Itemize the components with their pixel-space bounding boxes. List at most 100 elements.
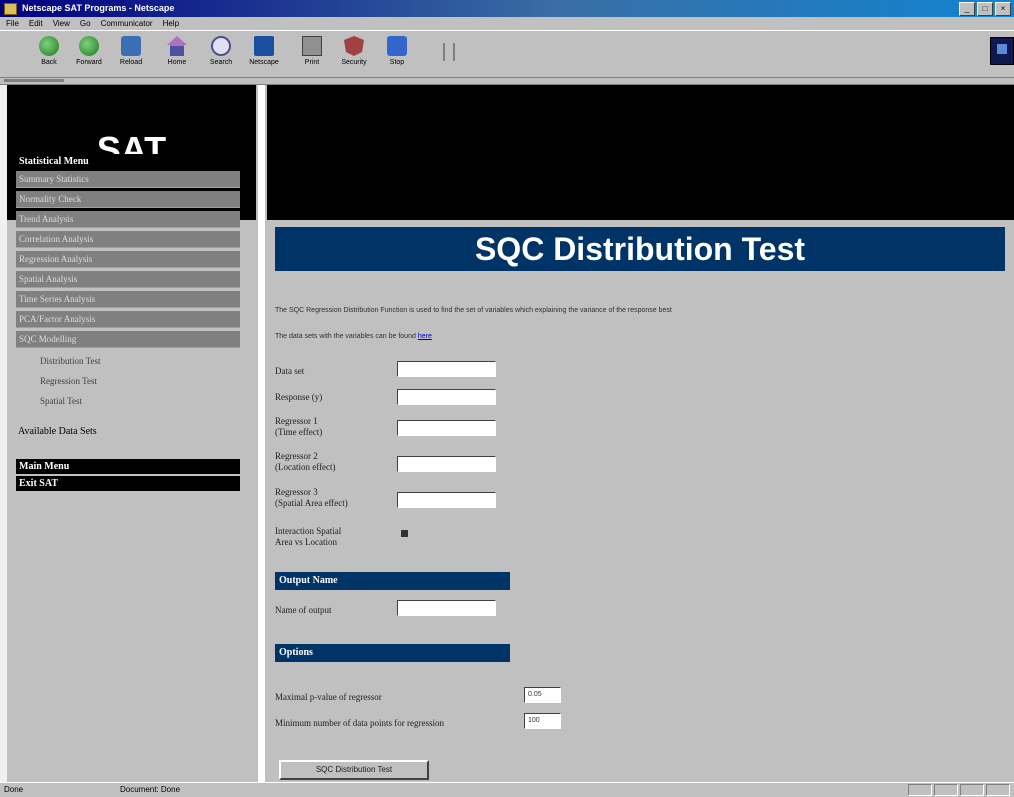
intro-text: The SQC Regression Distribution Function… bbox=[275, 307, 672, 314]
sidebar-subitem-spatial-test[interactable]: Spatial Test bbox=[16, 391, 240, 411]
home-button[interactable]: Home bbox=[160, 34, 194, 74]
available-data-sets-link[interactable]: Available Data Sets bbox=[16, 424, 240, 439]
menu-help[interactable]: Help bbox=[163, 19, 179, 28]
status-message: Document: Done bbox=[120, 785, 181, 794]
stop-label: Stop bbox=[389, 59, 405, 66]
netscape-icon bbox=[254, 36, 274, 56]
home-label: Home bbox=[167, 59, 187, 66]
menu-edit[interactable]: Edit bbox=[29, 19, 43, 28]
status-cell-icon bbox=[934, 784, 958, 796]
window-controls: _ □ × bbox=[959, 2, 1011, 16]
sqc-distribution-test-button[interactable]: SQC Distribution Test bbox=[279, 760, 429, 780]
window-title: Netscape SAT Programs - Netscape bbox=[22, 3, 175, 13]
regressor-3-label: Regressor 3 (Spatial Area effect) bbox=[275, 487, 348, 508]
search-icon bbox=[211, 36, 231, 56]
min-data-points-input[interactable]: 100 bbox=[524, 713, 561, 729]
status-left: Done bbox=[4, 785, 24, 794]
page-title: SQC Distribution Test bbox=[275, 227, 1005, 271]
regressor-2-input[interactable] bbox=[397, 456, 496, 472]
minimize-icon[interactable]: _ bbox=[959, 2, 975, 16]
reload-button[interactable]: Reload bbox=[114, 34, 148, 74]
data-set-input[interactable] bbox=[397, 361, 496, 377]
status-indicators bbox=[908, 784, 1010, 796]
sidebar-item-normality-check[interactable]: Normality Check bbox=[16, 191, 240, 208]
main-menu-link[interactable]: Main Menu bbox=[16, 459, 240, 474]
menu-file[interactable]: File bbox=[6, 19, 19, 28]
forward-button[interactable]: Forward bbox=[72, 34, 106, 74]
print-label: Print bbox=[304, 59, 320, 66]
header-banner-panel bbox=[267, 85, 1014, 220]
output-name-label: Name of output bbox=[275, 605, 332, 615]
netscape-window-icon bbox=[4, 3, 17, 15]
data-sets-here-link[interactable]: here bbox=[418, 333, 432, 340]
forward-label: Forward bbox=[76, 59, 102, 66]
home-icon bbox=[167, 36, 187, 56]
max-p-value-input[interactable]: 0.05 bbox=[524, 687, 561, 703]
output-name-input[interactable] bbox=[397, 600, 496, 616]
options-section: Options bbox=[275, 644, 510, 662]
status-bar: Done Document: Done bbox=[0, 782, 1014, 797]
sidebar-subitem-distribution-test[interactable]: Distribution Test bbox=[16, 351, 240, 371]
regressor-1-label: Regressor 1 (Time effect) bbox=[275, 416, 323, 437]
security-button[interactable]: Security bbox=[337, 34, 371, 74]
status-cell-icon bbox=[908, 784, 932, 796]
security-label: Security bbox=[341, 59, 367, 66]
location-strip bbox=[0, 78, 1014, 85]
reload-label: Reload bbox=[119, 59, 143, 66]
exit-sat-link[interactable]: Exit SAT bbox=[16, 476, 240, 491]
left-edge bbox=[0, 85, 7, 782]
stop-icon bbox=[387, 36, 407, 56]
forward-arrow-icon bbox=[79, 36, 99, 56]
regressor-2-label: Regressor 2 (Location effect) bbox=[275, 451, 336, 472]
print-icon bbox=[302, 36, 322, 56]
data-set-label: Data set bbox=[275, 366, 305, 376]
menu-view[interactable]: View bbox=[53, 19, 70, 28]
close-icon[interactable]: × bbox=[995, 2, 1011, 16]
navigation-toolbar: Back Forward Reload Home Search Netscape… bbox=[0, 30, 1014, 78]
security-icon bbox=[344, 36, 364, 56]
menu-bar: File Edit View Go Communicator Help bbox=[0, 17, 1014, 30]
interaction-checkbox[interactable] bbox=[401, 530, 408, 537]
stop-button[interactable]: Stop bbox=[380, 34, 414, 74]
status-cell-icon bbox=[960, 784, 984, 796]
frame-divider[interactable] bbox=[258, 85, 265, 782]
sidebar-item-sqc-modelling[interactable]: SQC Modelling bbox=[16, 331, 240, 348]
sidebar-item-pca-factor-analysis[interactable]: PCA/Factor Analysis bbox=[16, 311, 240, 328]
sidebar-item-summary-statistics[interactable]: Summary Statistics bbox=[16, 171, 240, 188]
regressor-1-input[interactable] bbox=[397, 420, 496, 436]
status-cell-icon bbox=[986, 784, 1010, 796]
toolbar-grip-icon[interactable] bbox=[443, 43, 455, 61]
response-input[interactable] bbox=[397, 389, 496, 405]
sidebar-item-correlation-analysis[interactable]: Correlation Analysis bbox=[16, 231, 240, 248]
maximize-icon[interactable]: □ bbox=[977, 2, 993, 16]
page-content: SAT Statistical Menu Summary Statistics … bbox=[0, 85, 1014, 782]
netscape-button[interactable]: Netscape bbox=[247, 34, 281, 74]
regressor-3-input[interactable] bbox=[397, 492, 496, 508]
back-button[interactable]: Back bbox=[32, 34, 66, 74]
output-name-section: Output Name bbox=[275, 572, 510, 590]
sidebar-subitem-regression-test[interactable]: Regression Test bbox=[16, 371, 240, 391]
location-grip-icon[interactable] bbox=[4, 79, 64, 82]
menu-communicator[interactable]: Communicator bbox=[101, 19, 153, 28]
reload-icon bbox=[121, 36, 141, 56]
sidebar-item-time-series-analysis[interactable]: Time Series Analysis bbox=[16, 291, 240, 308]
window-title-bar: Netscape SAT Programs - Netscape _ □ × bbox=[0, 0, 1014, 17]
data-sets-text: The data sets with the variables can be … bbox=[275, 333, 432, 340]
data-sets-sentence: The data sets with the variables can be … bbox=[275, 333, 416, 340]
response-label: Response (y) bbox=[275, 392, 323, 402]
search-label: Search bbox=[209, 59, 233, 66]
statistical-menu-heading[interactable]: Statistical Menu bbox=[16, 154, 240, 169]
netscape-logo-icon[interactable] bbox=[990, 37, 1014, 65]
main-content: SQC Distribution Test The SQC Regression… bbox=[275, 227, 1005, 780]
max-p-value-label: Maximal p-value of regressor bbox=[275, 692, 382, 702]
sidebar-item-spatial-analysis[interactable]: Spatial Analysis bbox=[16, 271, 240, 288]
sidebar-item-regression-analysis[interactable]: Regression Analysis bbox=[16, 251, 240, 268]
sidebar-item-trend-analysis[interactable]: Trend Analysis bbox=[16, 211, 240, 228]
back-arrow-icon bbox=[39, 36, 59, 56]
search-button[interactable]: Search bbox=[204, 34, 238, 74]
menu-go[interactable]: Go bbox=[80, 19, 91, 28]
print-button[interactable]: Print bbox=[295, 34, 329, 74]
back-label: Back bbox=[41, 59, 57, 66]
netscape-label: Netscape bbox=[249, 59, 279, 66]
min-data-points-label: Minimum number of data points for regres… bbox=[275, 718, 444, 728]
